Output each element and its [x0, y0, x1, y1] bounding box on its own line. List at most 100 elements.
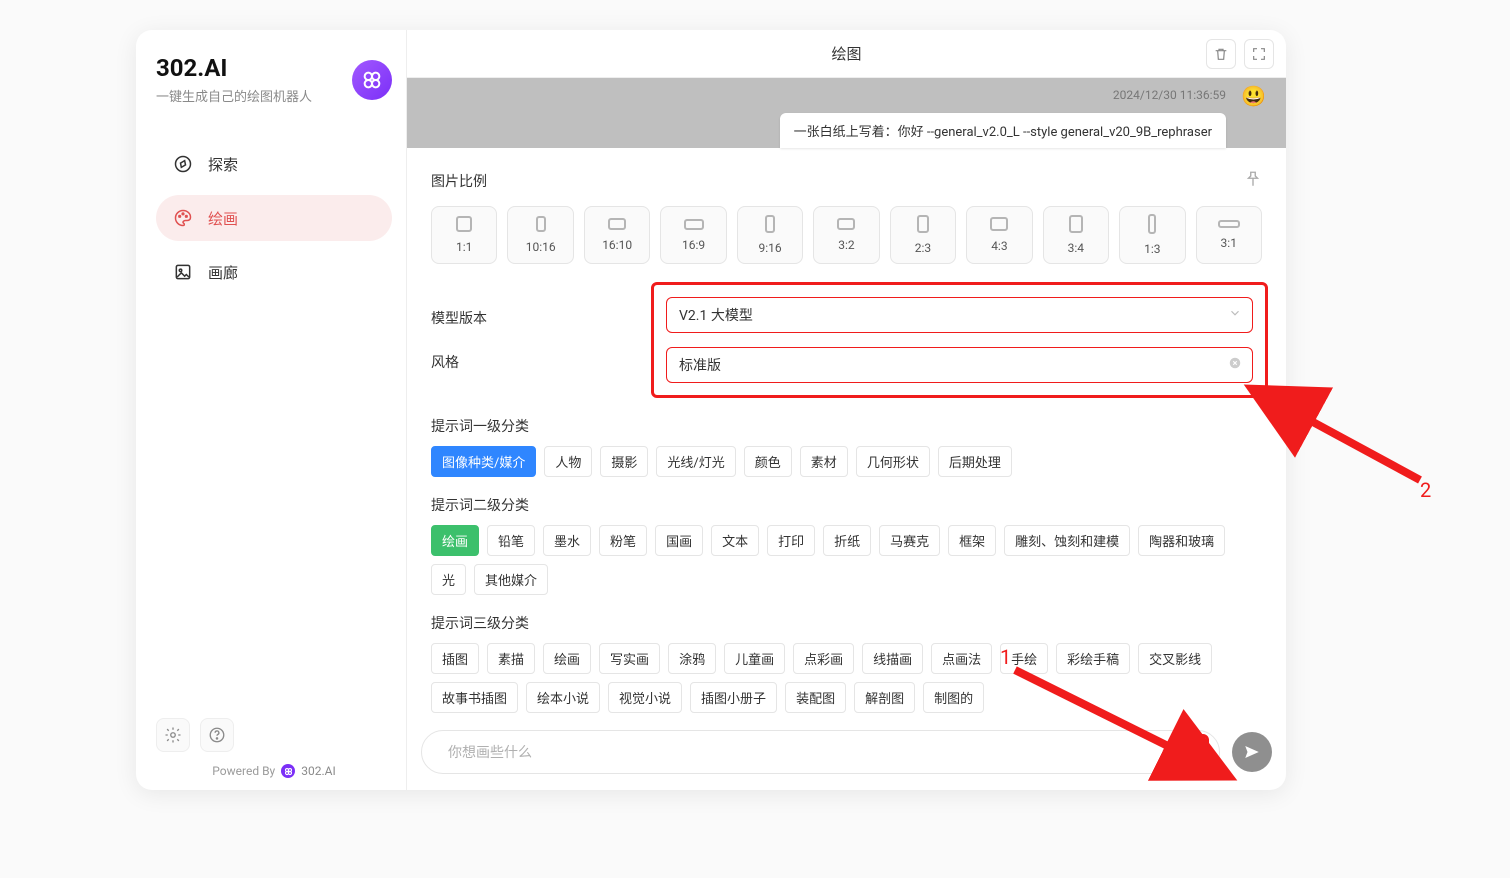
clear-icon[interactable] — [1228, 356, 1242, 374]
brand-block: 302.AI 一键生成自己的绘图机器人 — [156, 54, 392, 105]
tag-cat1-5[interactable]: 素材 — [800, 446, 848, 477]
tag-cat2-11[interactable]: 陶器和玻璃 — [1138, 525, 1225, 556]
tag-cat2-10[interactable]: 雕刻、蚀刻和建模 — [1004, 525, 1130, 556]
tag-cat2-6[interactable]: 打印 — [767, 525, 815, 556]
tag-cat3-16[interactable]: 装配图 — [785, 682, 846, 713]
prompt-input-wrap — [421, 730, 1220, 774]
ratio-label: 9:16 — [758, 241, 781, 255]
annotation-highlight-box-2: V2.1 大模型 标准版 — [651, 282, 1268, 398]
brand-text: 302.AI 一键生成自己的绘图机器人 — [156, 54, 312, 105]
tag-cat3-1[interactable]: 素描 — [487, 643, 535, 674]
tag-cat3-15[interactable]: 插图小册子 — [690, 682, 777, 713]
history-timestamp: 2024/12/30 11:36:59 — [1113, 88, 1226, 102]
tag-cat2-13[interactable]: 其他媒介 — [474, 564, 548, 595]
tag-cat2-1[interactable]: 铅笔 — [487, 525, 535, 556]
ratio-label: 10:16 — [526, 240, 556, 254]
history-strip: 2024/12/30 11:36:59 😃 一张白纸上写着：你好 --gener… — [407, 78, 1286, 148]
ratio-shape-icon — [456, 216, 472, 232]
style-select[interactable]: 标准版 — [666, 347, 1253, 383]
tag-cat1-2[interactable]: 摄影 — [600, 446, 648, 477]
ratio-4-3[interactable]: 4:3 — [966, 206, 1032, 264]
tag-cat2-5[interactable]: 文本 — [711, 525, 759, 556]
tag-cat3-14[interactable]: 视觉小说 — [608, 682, 682, 713]
history-emoji-icon: 😃 — [1241, 84, 1266, 108]
tag-cat3-3[interactable]: 写实画 — [599, 643, 660, 674]
model-version-value: V2.1 大模型 — [679, 305, 753, 325]
sliders-icon — [1181, 740, 1201, 760]
tag-cat2-9[interactable]: 框架 — [948, 525, 996, 556]
ratio-1-1[interactable]: 1:1 — [431, 206, 497, 264]
tag-cat3-4[interactable]: 涂鸦 — [668, 643, 716, 674]
sidebar-item-label: 画廊 — [208, 262, 238, 283]
tag-cat1-1[interactable]: 人物 — [544, 446, 592, 477]
ratio-2-3[interactable]: 2:3 — [890, 206, 956, 264]
tag-cat1-7[interactable]: 后期处理 — [938, 446, 1012, 477]
style-row: 标准版 — [666, 347, 1253, 383]
tag-cat3-2[interactable]: 绘画 — [543, 643, 591, 674]
send-button[interactable] — [1232, 732, 1272, 772]
ratio-9-16[interactable]: 9:16 — [737, 206, 803, 264]
ratio-10-16[interactable]: 10:16 — [507, 206, 573, 264]
tag-cat1-0[interactable]: 图像种类/媒介 — [431, 446, 536, 477]
tag-cat2-4[interactable]: 国画 — [655, 525, 703, 556]
trash-icon — [1213, 46, 1229, 62]
tag-cat3-13[interactable]: 绘本小说 — [526, 682, 600, 713]
model-version-row: V2.1 大模型 — [666, 297, 1253, 333]
tag-cat3-17[interactable]: 解剖图 — [854, 682, 915, 713]
tag-cat3-11[interactable]: 交叉影线 — [1138, 643, 1212, 674]
ratio-shape-icon — [1069, 215, 1083, 233]
sidebar-item-label: 探索 — [208, 154, 238, 175]
sidebar-item-gallery[interactable]: 画廊 — [156, 249, 392, 295]
tag-cat1-6[interactable]: 几何形状 — [856, 446, 930, 477]
tag-cat3-18[interactable]: 制图的 — [923, 682, 984, 713]
prompt-input[interactable] — [448, 744, 1169, 760]
ratio-title-label: 图片比例 — [431, 171, 487, 191]
app-window: 302.AI 一键生成自己的绘图机器人 探索 绘画 — [136, 30, 1286, 790]
adjust-settings-button[interactable] — [1181, 745, 1201, 764]
ratio-row: 1:1 10:16 16:10 16:9 9:16 3:2 2:3 4:3 3:… — [431, 206, 1262, 264]
model-version-select[interactable]: V2.1 大模型 — [666, 297, 1253, 333]
delete-button[interactable] — [1206, 39, 1236, 69]
tag-cat1-4[interactable]: 颜色 — [744, 446, 792, 477]
history-bubble: 一张白纸上写着：你好 --general_v2.0_L --style gene… — [780, 113, 1226, 148]
tag-cat2-0[interactable]: 绘画 — [431, 525, 479, 556]
sidebar: 302.AI 一键生成自己的绘图机器人 探索 绘画 — [136, 30, 406, 790]
tag-cat3-7[interactable]: 线描画 — [862, 643, 923, 674]
fullscreen-button[interactable] — [1244, 39, 1274, 69]
ratio-shape-icon — [608, 218, 626, 230]
pin-icon[interactable] — [1244, 170, 1262, 192]
ratio-3-4[interactable]: 3:4 — [1043, 206, 1109, 264]
tag-cat2-12[interactable]: 光 — [431, 564, 466, 595]
model-style-area: 模型版本 风格 V2.1 大模型 标准版 — [431, 282, 1262, 398]
help-button[interactable] — [200, 718, 234, 752]
ratio-label: 16:10 — [602, 238, 632, 252]
annotation-highlight-box-1 — [1169, 730, 1213, 774]
tag-cat3-8[interactable]: 点画法 — [931, 643, 992, 674]
chevron-down-icon — [1228, 306, 1242, 324]
annotation-number-2: 2 — [1420, 478, 1431, 502]
ratio-1-3[interactable]: 1:3 — [1119, 206, 1185, 264]
tag-cat2-3[interactable]: 粉笔 — [599, 525, 647, 556]
tag-cat3-12[interactable]: 故事书插图 — [431, 682, 518, 713]
ratio-3-2[interactable]: 3:2 — [813, 206, 879, 264]
tag-cat2-8[interactable]: 马赛克 — [879, 525, 940, 556]
tag-cat3-6[interactable]: 点彩画 — [793, 643, 854, 674]
tag-cat3-5[interactable]: 儿童画 — [724, 643, 785, 674]
ratio-shape-icon — [536, 216, 546, 232]
tag-cat3-10[interactable]: 彩绘手稿 — [1056, 643, 1130, 674]
ratio-16-10[interactable]: 16:10 — [584, 206, 650, 264]
ratio-3-1[interactable]: 3:1 — [1196, 206, 1262, 264]
cat1-tags: 图像种类/媒介 人物 摄影 光线/灯光 颜色 素材 几何形状 后期处理 — [431, 446, 1262, 477]
tag-cat2-2[interactable]: 墨水 — [543, 525, 591, 556]
annotation-number-1: 1 — [1000, 645, 1011, 669]
ratio-16-9[interactable]: 16:9 — [660, 206, 726, 264]
prompt-bar — [407, 720, 1286, 790]
tag-cat2-7[interactable]: 折纸 — [823, 525, 871, 556]
tag-cat3-0[interactable]: 插图 — [431, 643, 479, 674]
sidebar-item-explore[interactable]: 探索 — [156, 141, 392, 187]
sidebar-item-label: 绘画 — [208, 208, 238, 229]
settings-button[interactable] — [156, 718, 190, 752]
cat2-tags: 绘画 铅笔 墨水 粉笔 国画 文本 打印 折纸 马赛克 框架 雕刻、蚀刻和建模 … — [431, 525, 1262, 595]
tag-cat1-3[interactable]: 光线/灯光 — [656, 446, 735, 477]
sidebar-item-draw[interactable]: 绘画 — [156, 195, 392, 241]
